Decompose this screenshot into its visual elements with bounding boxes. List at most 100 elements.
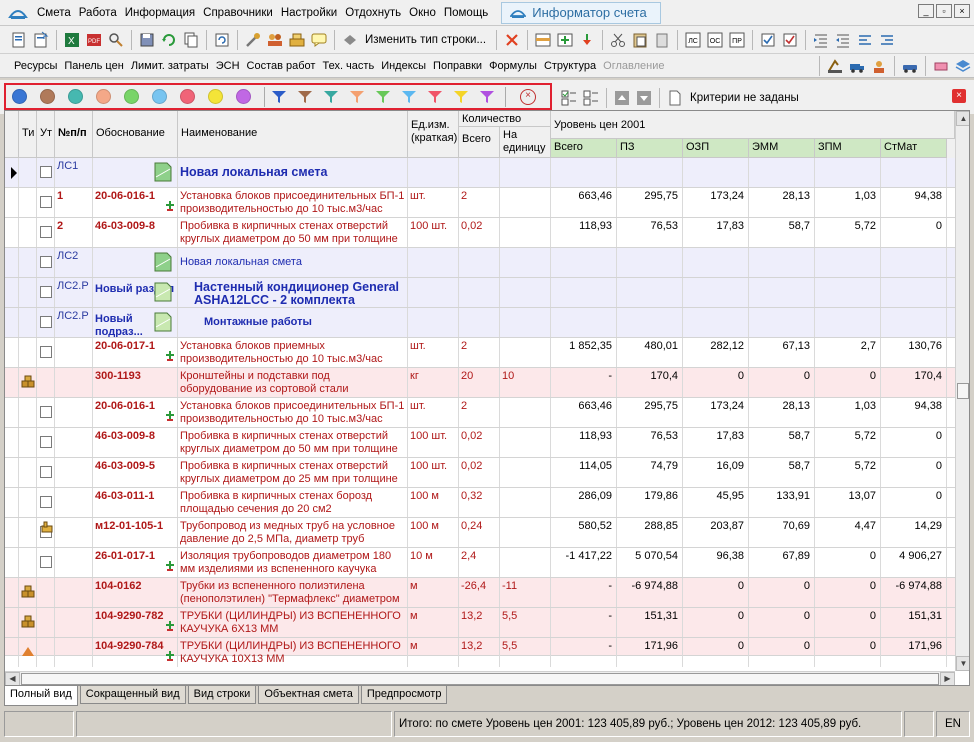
horizontal-scroll-thumb[interactable]: [21, 673, 939, 685]
excel-icon[interactable]: X: [61, 29, 83, 51]
header-stmat[interactable]: СтМат: [881, 139, 947, 158]
comment-icon[interactable]: [308, 29, 330, 51]
row-checkbox-cell[interactable]: [37, 608, 55, 637]
header-zpm[interactable]: ЗПМ: [815, 139, 881, 158]
align-right-icon[interactable]: [876, 29, 898, 51]
layers-icon[interactable]: [952, 55, 974, 77]
header-naimenovanie[interactable]: Наименование: [178, 111, 408, 158]
color-filter-dot[interactable]: [12, 89, 27, 104]
row-checkbox[interactable]: [40, 316, 52, 328]
eraser-icon[interactable]: [930, 55, 952, 77]
machinery-icon[interactable]: [824, 55, 846, 77]
row-checkbox[interactable]: [40, 346, 52, 358]
table-row[interactable]: 20-06-016-1 Установка блоков присоедините…: [5, 398, 955, 428]
color-filter-dot[interactable]: [96, 89, 111, 104]
resources-icon[interactable]: [286, 29, 308, 51]
header-vsego[interactable]: Всего: [551, 139, 617, 158]
menu-nastroiki[interactable]: Настройки: [278, 7, 340, 19]
funnel-filter-icon[interactable]: [401, 90, 417, 104]
car-icon[interactable]: [899, 55, 921, 77]
row-checkbox-cell[interactable]: [37, 248, 55, 277]
workers-icon[interactable]: [264, 29, 286, 51]
menu-okno[interactable]: Окно: [406, 7, 439, 19]
pdf-icon[interactable]: PDF: [83, 29, 105, 51]
row-checkbox-cell[interactable]: [37, 458, 55, 487]
color-filter-dot[interactable]: [208, 89, 223, 104]
table-row[interactable]: 1 20-06-016-1 Установка блоков присоединит…: [5, 188, 955, 218]
cut-icon[interactable]: [607, 29, 629, 51]
row-checkbox[interactable]: [40, 256, 52, 268]
checklist-red-icon[interactable]: [779, 29, 801, 51]
refresh-icon[interactable]: [158, 29, 180, 51]
color-filter-dot[interactable]: [236, 89, 251, 104]
open-estimate-icon[interactable]: [30, 29, 52, 51]
section-row[interactable]: ЛС2.Р Новый подраз... Монтажные работы: [5, 308, 955, 338]
row-checkbox-cell[interactable]: [37, 638, 55, 667]
row-checkbox-cell[interactable]: [37, 488, 55, 517]
tab-full-view[interactable]: Полный вид: [4, 686, 78, 706]
change-row-type-button[interactable]: Изменить тип строки...: [365, 34, 486, 46]
row-checkbox-cell[interactable]: [37, 158, 55, 187]
align-left-icon[interactable]: [854, 29, 876, 51]
row-type-icon[interactable]: [339, 29, 361, 51]
table-row[interactable]: 104-0162 Трубки из вспененного полиэтилен…: [5, 578, 955, 608]
limit-costs-button[interactable]: Лимит. затраты: [131, 60, 209, 72]
funnel-filter-icon[interactable]: [297, 90, 313, 104]
row-checkbox-cell[interactable]: [37, 308, 55, 337]
price-panel-button[interactable]: Панель цен: [64, 60, 123, 72]
funnel-filter-icon[interactable]: [453, 90, 469, 104]
menu-spravochniki[interactable]: Справочники: [200, 7, 276, 19]
search-icon[interactable]: [105, 29, 127, 51]
section-row[interactable]: ЛС2.Р Новый раздел Настенный кондиционер G…: [5, 278, 955, 308]
table-row[interactable]: 20-06-017-1 Установка блоков приемных про…: [5, 338, 955, 368]
funnel-filter-icon[interactable]: [427, 90, 443, 104]
move-down-icon[interactable]: [576, 29, 598, 51]
filter-list-icon[interactable]: [580, 87, 602, 109]
indent-icon[interactable]: [810, 29, 832, 51]
row-checkbox-cell[interactable]: [37, 368, 55, 397]
header-ozp[interactable]: ОЗП: [683, 139, 749, 158]
new-estimate-icon[interactable]: [8, 29, 30, 51]
color-filter-dot[interactable]: [124, 89, 139, 104]
checklist-icon[interactable]: [757, 29, 779, 51]
tab-row-view[interactable]: Вид строки: [187, 686, 257, 704]
corrections-button[interactable]: Поправки: [433, 60, 482, 72]
row-checkbox-cell[interactable]: [37, 218, 55, 247]
pr-icon[interactable]: ПР: [726, 29, 748, 51]
section-row[interactable]: ЛС2 Новая локальная смета: [5, 248, 955, 278]
tab-short-view[interactable]: Сокращенный вид: [79, 686, 186, 704]
table-row[interactable]: 46-03-009-5 Пробивка в кирпичных стенах о…: [5, 458, 955, 488]
tech-part-button[interactable]: Тех. часть: [322, 60, 374, 72]
header-ti[interactable]: Ти: [19, 111, 37, 158]
save-icon[interactable]: [136, 29, 158, 51]
row-checkbox[interactable]: [40, 196, 52, 208]
color-filter-dot[interactable]: [40, 89, 55, 104]
menu-informacia[interactable]: Информация: [122, 7, 198, 19]
row-checkbox-cell[interactable]: [37, 398, 55, 427]
row-checkbox-cell[interactable]: [37, 338, 55, 367]
workers-group-icon[interactable]: [868, 55, 890, 77]
close-filter-icon[interactable]: ×: [952, 89, 966, 103]
table-row[interactable]: 2 46-03-009-8 Пробивка в кирпичных стенах …: [5, 218, 955, 248]
paste-icon[interactable]: [629, 29, 651, 51]
menu-rabota[interactable]: Работа: [76, 7, 120, 19]
truck-icon[interactable]: [846, 55, 868, 77]
indexes-button[interactable]: Индексы: [381, 60, 426, 72]
row-checkbox[interactable]: [40, 556, 52, 568]
tab-preview[interactable]: Предпросмотр: [360, 686, 448, 704]
header-na-edinicu[interactable]: На единицу: [500, 127, 551, 158]
table-row[interactable]: м12-01-105-1 Трубопровод из медных труб н…: [5, 518, 955, 548]
informer-tab[interactable]: Информатор счета: [501, 1, 662, 24]
scroll-right-icon[interactable]: ▶: [940, 672, 955, 685]
copy-icon[interactable]: [180, 29, 202, 51]
structure-button[interactable]: Структура: [544, 60, 596, 72]
table-row[interactable]: 104-9290-784 ТРУБКИ (ЦИЛИНДРЫ) ИЗ ВСПЕНЕН…: [5, 638, 955, 667]
vertical-scrollbar[interactable]: ▲ ▼: [955, 111, 969, 671]
funnel-filter-icon[interactable]: [271, 90, 287, 104]
header-npp[interactable]: №п/п: [55, 111, 93, 158]
header-obosnovanie[interactable]: Обоснование: [93, 111, 178, 158]
row-checkbox-cell[interactable]: [37, 578, 55, 607]
color-filter-dot[interactable]: [180, 89, 195, 104]
funnel-filter-icon[interactable]: [375, 90, 391, 104]
clipboard-icon[interactable]: [651, 29, 673, 51]
